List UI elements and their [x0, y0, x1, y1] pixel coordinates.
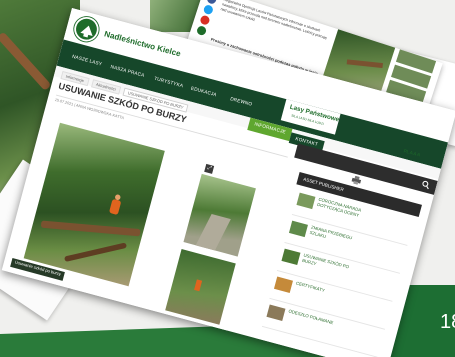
nav-item-drewno[interactable]: DREWNO: [230, 96, 253, 107]
list-item-thumbnail: [281, 248, 301, 266]
fallen-log: [40, 220, 141, 237]
article-gallery: Usuwanie szkód po burzy ⤢: [8, 104, 273, 331]
forest-worker: [108, 198, 122, 216]
forest-logo-icon[interactable]: [71, 14, 102, 45]
main-photo[interactable]: [23, 122, 165, 287]
nav-item-edukacja[interactable]: EDUKACJA: [190, 86, 217, 98]
list-item-thumbnail: [296, 192, 316, 210]
gallery-photo-road[interactable]: [183, 173, 256, 257]
expand-icon[interactable]: ⤢: [204, 163, 215, 174]
list-item-thumbnail: [266, 304, 286, 321]
nav-item-turystyka[interactable]: TURYSTYKA: [153, 76, 183, 89]
fallen-log: [64, 242, 127, 262]
gallery-photo-forest[interactable]: [165, 249, 236, 325]
browser-page: Nadleśnictwo Kielce NASZE LASY NASZA PRA…: [1, 8, 455, 357]
asset-publisher: ASSET PUBLISHER COROCZNA NARADA DOTYCZĄC…: [255, 172, 422, 357]
list-item-thumbnail: [288, 220, 308, 238]
website-screenshot: Nadleśnictwo Kielce NASZE LASY NASZA PRA…: [0, 0, 455, 357]
printer-icon[interactable]: [351, 175, 362, 185]
nav-item-nasze-lasy[interactable]: NASZE LASY: [71, 54, 102, 67]
search-icon[interactable]: [421, 180, 431, 190]
nav-item-nasza-praca[interactable]: NASZA PRACA: [110, 64, 145, 78]
list-item-thumbnail: [273, 276, 293, 293]
